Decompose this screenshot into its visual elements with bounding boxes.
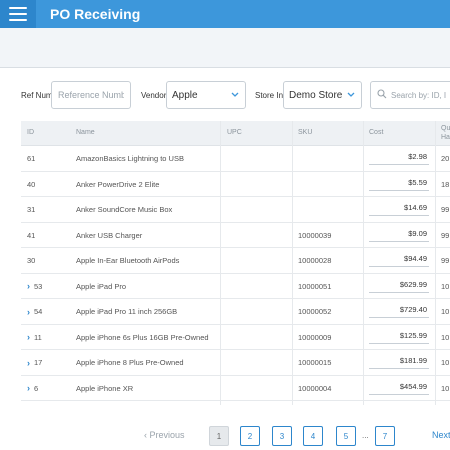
table-row[interactable]: 40 Anker PowerDrive 2 Elite $5.59 18 bbox=[21, 171, 450, 197]
page-ellipsis: ... bbox=[362, 431, 369, 440]
table-header: ID Name UPC SKU Cost Qu Ha bbox=[21, 121, 450, 146]
row-name: Anker PowerDrive 2 Elite bbox=[76, 179, 160, 189]
table-row[interactable]: › 17 Apple iPhone 8 Plus Pre-Owned 10000015… bbox=[21, 350, 450, 376]
cell-id: › 17 bbox=[27, 350, 42, 375]
search-box[interactable] bbox=[370, 81, 450, 109]
row-sku: 10000028 bbox=[298, 256, 332, 265]
ref-num-field[interactable] bbox=[51, 81, 131, 109]
row-id: 61 bbox=[27, 154, 36, 163]
cell-id: 41 bbox=[27, 223, 35, 248]
row-sku: 10000009 bbox=[298, 332, 332, 342]
cell-id: › 6 bbox=[27, 376, 38, 401]
vendor-value: Apple bbox=[172, 89, 198, 101]
row-name: Anker SoundCore Music Box bbox=[76, 205, 173, 214]
pagination: ‹ Previous 1 2 3 4 5 ... 7 Next bbox=[0, 426, 450, 446]
vendor-select[interactable]: Apple bbox=[166, 81, 246, 109]
header-name[interactable]: Name bbox=[76, 129, 95, 136]
row-id: 30 bbox=[27, 256, 36, 265]
page-button-5[interactable]: 5 bbox=[336, 426, 356, 446]
ref-num-input[interactable] bbox=[52, 82, 130, 108]
row-id: 31 bbox=[27, 205, 36, 214]
table-row[interactable]: 31 Anker SoundCore Music Box $14.69 99 bbox=[21, 197, 450, 223]
page-button-7[interactable]: 7 bbox=[375, 426, 395, 446]
previous-page-button[interactable]: ‹ Previous bbox=[144, 430, 185, 440]
row-name: Apple iPhone 6s Plus 16GB Pre-Owned bbox=[76, 332, 209, 342]
row-id: 11 bbox=[34, 332, 42, 342]
store-value: Demo Store bbox=[289, 89, 343, 101]
chevron-right-icon[interactable]: › bbox=[27, 281, 30, 291]
row-id: 54 bbox=[34, 307, 43, 316]
header-id[interactable]: ID bbox=[27, 129, 34, 136]
page-button-2[interactable]: 2 bbox=[240, 426, 260, 446]
vendor-label: Vendor bbox=[141, 91, 167, 100]
cell-id: 30 bbox=[27, 248, 35, 273]
page-button-3[interactable]: 3 bbox=[272, 426, 292, 446]
page-button-4[interactable]: 4 bbox=[303, 426, 323, 446]
row-name: Apple In-Ear Bluetooth AirPods bbox=[76, 256, 180, 265]
row-id: 41 bbox=[27, 230, 36, 240]
row-name: Apple iPad Pro bbox=[76, 281, 127, 291]
header-qty[interactable]: Qu Ha bbox=[441, 124, 450, 142]
row-id: 53 bbox=[34, 281, 43, 291]
table-row[interactable]: › 6 Apple iPhone XR 10000004 $454.99 10 bbox=[21, 375, 450, 401]
top-bar: PO Receiving bbox=[0, 0, 450, 28]
search-icon bbox=[377, 86, 387, 104]
row-sku: 10000004 bbox=[298, 383, 332, 393]
page-title: PO Receiving bbox=[50, 6, 141, 22]
next-page-button[interactable]: Next bbox=[432, 430, 450, 440]
table-row[interactable]: 41 Anker USB Charger 10000039 $9.09 99 bbox=[21, 222, 450, 248]
row-sku: 10000051 bbox=[298, 281, 332, 291]
store-select[interactable]: Demo Store bbox=[283, 81, 362, 109]
chevron-right-icon[interactable]: › bbox=[27, 332, 30, 342]
row-name: Apple iPad Pro 11 inch 256GB bbox=[76, 307, 178, 316]
header-upc[interactable]: UPC bbox=[227, 129, 242, 136]
menu-icon[interactable] bbox=[0, 0, 36, 28]
table-row[interactable]: › 53 Apple iPad Pro 10000051 $629.99 10 bbox=[21, 273, 450, 299]
table-row[interactable]: 61 AmazonBasics Lightning to USB $2.98 20 bbox=[21, 146, 450, 172]
header-cost[interactable]: Cost bbox=[369, 129, 383, 136]
row-id: 6 bbox=[34, 383, 39, 393]
row-name: AmazonBasics Lightning to USB bbox=[76, 154, 184, 163]
table-row[interactable]: › 11 Apple iPhone 6s Plus 16GB Pre-Owned 10… bbox=[21, 324, 450, 350]
chevron-right-icon[interactable]: › bbox=[27, 307, 30, 317]
chevron-down-icon bbox=[230, 90, 240, 100]
row-name: Anker USB Charger bbox=[76, 230, 143, 240]
cell-id: › 54 bbox=[27, 299, 42, 324]
header-sku[interactable]: SKU bbox=[298, 129, 312, 136]
cell-id: 61 bbox=[27, 146, 35, 171]
table-row[interactable]: › 54 Apple iPad Pro 11 inch 256GB 10000052 $… bbox=[21, 299, 450, 325]
row-id: 17 bbox=[34, 358, 43, 367]
chevron-right-icon[interactable]: › bbox=[27, 383, 30, 393]
cell-id: 40 bbox=[27, 172, 35, 197]
store-label: Store In bbox=[255, 91, 284, 100]
search-input[interactable] bbox=[391, 90, 450, 100]
row-name: Apple iPhone XR bbox=[76, 383, 134, 393]
chevron-right-icon[interactable]: › bbox=[27, 358, 30, 368]
cell-id: › 53 bbox=[27, 274, 42, 299]
row-id: 40 bbox=[27, 179, 36, 189]
product-table: ID Name UPC SKU Cost Qu Ha 61 AmazonBasic… bbox=[21, 121, 450, 405]
row-sku: 10000015 bbox=[298, 358, 332, 367]
cell-id: 31 bbox=[27, 197, 35, 222]
row-name: Apple iPhone 8 Plus Pre-Owned bbox=[76, 358, 184, 367]
cell-id: › 11 bbox=[27, 325, 42, 350]
table-row[interactable]: 30 Apple In-Ear Bluetooth AirPods 10000028… bbox=[21, 248, 450, 274]
page-button-1[interactable]: 1 bbox=[209, 426, 229, 446]
row-sku: 10000052 bbox=[298, 307, 332, 316]
ref-num-label: Ref Num bbox=[21, 91, 53, 100]
chevron-down-icon bbox=[346, 90, 356, 100]
row-sku: 10000039 bbox=[298, 230, 332, 240]
